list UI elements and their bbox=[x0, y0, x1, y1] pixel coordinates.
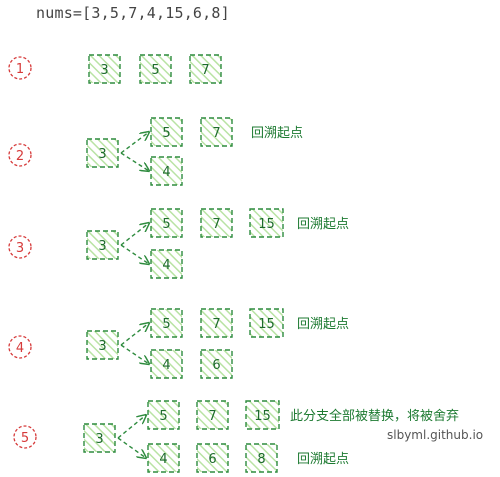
step4-lower-box-2-value: 6 bbox=[212, 358, 220, 373]
step1-num-box-2: 5 bbox=[139, 54, 172, 84]
step-marker-5: 5 bbox=[13, 425, 37, 449]
step1-num-box-2-value: 5 bbox=[151, 63, 159, 78]
step-marker-1: 1 bbox=[8, 56, 32, 80]
step5-lower-note: 回溯起点 bbox=[297, 451, 349, 467]
step2-upper-box-2-value: 7 bbox=[212, 126, 220, 141]
step4-upper-box-2-value: 7 bbox=[212, 317, 220, 332]
step4-upper-box-3-value: 15 bbox=[258, 317, 275, 332]
step-marker-3: 3 bbox=[8, 235, 32, 259]
step4-upper-note: 回溯起点 bbox=[297, 316, 349, 332]
step-marker-4: 4 bbox=[8, 335, 32, 359]
step4-lower-box-1-value: 4 bbox=[162, 358, 170, 373]
step4-root-box: 3 bbox=[86, 330, 119, 360]
step4-arrow-down bbox=[120, 344, 149, 364]
step3-upper-box-1-value: 5 bbox=[162, 217, 170, 232]
step5-root-box-value: 3 bbox=[95, 432, 103, 447]
watermark-text: slbyml.github.io bbox=[387, 428, 484, 442]
step5-upper-box-1-value: 5 bbox=[159, 409, 167, 424]
step3-root-box-value: 3 bbox=[98, 239, 106, 254]
step2-arrow-down bbox=[120, 152, 149, 171]
step5-arrow-down bbox=[117, 437, 146, 458]
step2-upper-note: 回溯起点 bbox=[251, 125, 303, 141]
step-number: 4 bbox=[16, 341, 24, 356]
step4-lower-box-1: 4 bbox=[150, 349, 183, 379]
step-number: 2 bbox=[16, 149, 24, 164]
step3-upper-box-2-value: 7 bbox=[212, 217, 220, 232]
step-number: 5 bbox=[21, 431, 29, 446]
step4-lower-box-2: 6 bbox=[200, 349, 233, 379]
step4-root-box-value: 3 bbox=[98, 339, 106, 354]
step5-lower-box-1: 4 bbox=[147, 443, 180, 473]
step-number: 3 bbox=[16, 241, 24, 256]
step5-root-box: 3 bbox=[83, 423, 116, 453]
step2-arrow-up bbox=[120, 132, 149, 154]
step4-upper-box-1-value: 5 bbox=[162, 317, 170, 332]
step1-num-box-3: 7 bbox=[189, 54, 222, 84]
step4-arrow-up bbox=[120, 323, 149, 346]
step2-root-box-value: 3 bbox=[98, 147, 106, 162]
step4-upper-box-1: 5 bbox=[150, 308, 183, 338]
step2-upper-box-1-value: 5 bbox=[162, 126, 170, 141]
step1-num-box-1: 3 bbox=[88, 54, 121, 84]
step3-arrow-up bbox=[120, 223, 149, 246]
step5-lower-box-2: 6 bbox=[196, 443, 229, 473]
step3-upper-box-2: 7 bbox=[200, 208, 233, 238]
step5-lower-box-3-value: 8 bbox=[257, 452, 265, 467]
step2-upper-box-1: 5 bbox=[150, 117, 183, 147]
step4-upper-box-3: 15 bbox=[249, 308, 284, 338]
step3-upper-box-3: 15 bbox=[249, 208, 284, 238]
step5-upper-box-3: 15 bbox=[245, 400, 280, 430]
step5-upper-box-2-value: 7 bbox=[208, 409, 216, 424]
step5-arrow-up bbox=[117, 415, 146, 439]
step3-upper-box-3-value: 15 bbox=[258, 217, 275, 232]
step5-upper-box-3-value: 15 bbox=[254, 409, 271, 424]
step-number: 1 bbox=[16, 62, 24, 77]
step2-root-box: 3 bbox=[86, 138, 119, 168]
step3-upper-box-1: 5 bbox=[150, 208, 183, 238]
step5-upper-box-1: 5 bbox=[147, 400, 180, 430]
step1-num-box-3-value: 7 bbox=[201, 63, 209, 78]
step2-lower-box-1: 4 bbox=[150, 156, 183, 186]
step-marker-2: 2 bbox=[8, 143, 32, 167]
step5-lower-box-3: 8 bbox=[245, 443, 278, 473]
step3-arrow-down bbox=[120, 244, 149, 264]
step5-lower-box-1-value: 4 bbox=[159, 452, 167, 467]
step3-lower-box-1: 4 bbox=[150, 249, 183, 279]
step3-root-box: 3 bbox=[86, 230, 119, 260]
step5-upper-box-2: 7 bbox=[196, 400, 229, 430]
step3-lower-box-1-value: 4 bbox=[162, 258, 170, 273]
backtracking-diagram: 1 3 5 7 2 3 5 7 4 回溯起点 3 3 5 7 15 4 回溯起点 4 3 5 7 15 4 6 回溯起点 5 3 5 7… bbox=[8, 54, 459, 473]
step5-upper-note: 此分支全部被替换，将被舍弃 bbox=[290, 408, 459, 424]
step2-lower-box-1-value: 4 bbox=[162, 165, 170, 180]
step1-num-box-1-value: 3 bbox=[100, 63, 108, 78]
step3-upper-note: 回溯起点 bbox=[297, 216, 349, 232]
step5-lower-box-2-value: 6 bbox=[208, 452, 216, 467]
step4-upper-box-2: 7 bbox=[200, 308, 233, 338]
step2-upper-box-2: 7 bbox=[200, 117, 233, 147]
